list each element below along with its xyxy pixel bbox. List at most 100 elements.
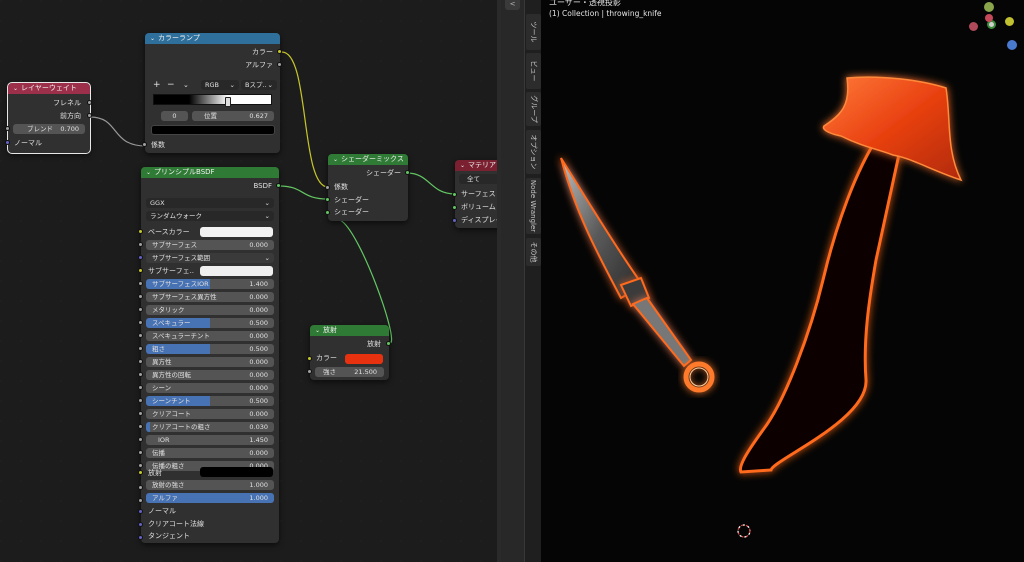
specular-tint-field[interactable]: スペキュラーチント 0.000 <box>146 331 274 341</box>
transmission-field[interactable]: 伝播 0.000 <box>146 448 274 458</box>
sidebar-toggle-button[interactable]: < <box>505 0 520 10</box>
collapse-icon[interactable]: ⌄ <box>150 35 155 42</box>
collapse-icon[interactable]: ⌄ <box>13 85 18 92</box>
collapse-icon[interactable]: ⌄ <box>146 169 151 176</box>
gizmo-y-axis-icon[interactable] <box>984 2 994 12</box>
socket-subsurface-radius[interactable] <box>138 255 143 260</box>
socket-emission[interactable] <box>138 470 143 475</box>
socket-bsdf-out[interactable] <box>276 183 281 188</box>
emission-strength-field[interactable]: 放射の強さ 1.000 <box>146 480 274 490</box>
emission-node[interactable]: ⌄ 放射 放射 カラー 強さ 21.500 <box>307 325 391 380</box>
socket-strength[interactable] <box>307 369 312 374</box>
subsurface-color-swatch[interactable] <box>200 266 273 276</box>
3d-cursor-icon[interactable] <box>737 524 751 538</box>
layer-weight-node[interactable]: ⌄ レイヤーウェイト フレネル 前方向 ブレンド 0.700 ノーマル <box>5 82 92 154</box>
collapse-icon[interactable]: ⌄ <box>315 327 320 334</box>
color-ramp-node[interactable]: ⌄ カラーランプ カラー アルファ + − ⌄ RGB ⌄ Bスプ.. ⌄ 0 位置 … <box>142 33 282 153</box>
socket-normal[interactable] <box>138 509 143 514</box>
blend-field[interactable]: ブレンド 0.700 <box>13 124 85 134</box>
tab-options[interactable]: オプション <box>526 130 541 174</box>
socket-metallic[interactable] <box>138 307 143 312</box>
socket-transmission[interactable] <box>138 450 143 455</box>
strength-field[interactable]: 強さ 21.500 <box>315 367 384 377</box>
socket-color[interactable] <box>307 356 312 361</box>
socket-shader-2[interactable] <box>325 210 330 215</box>
material-output-node[interactable]: ⌄マテリア 全て サーフェス ボリューム ディスプレイ <box>452 160 497 228</box>
tab-misc[interactable]: その他 <box>526 238 541 266</box>
socket-fac[interactable] <box>325 185 330 190</box>
stop-color-swatch[interactable] <box>151 125 275 135</box>
socket-clearcoat-normal[interactable] <box>138 522 143 527</box>
socket-emission-out[interactable] <box>386 341 391 346</box>
socket-ior[interactable] <box>138 437 143 442</box>
clearcoat-roughness-field[interactable]: クリアコートの粗さ 0.030 <box>146 422 274 432</box>
principled-bsdf-node[interactable]: ⌄ プリンシプルBSDF BSDF GGX ⌄ ランダムウォーク ⌄ ベースカラー サ… <box>138 167 281 543</box>
socket-aniso-rotation[interactable] <box>138 372 143 377</box>
ior-field[interactable]: IOR 1.450 <box>146 435 274 445</box>
socket-clearcoat-roughness[interactable] <box>138 424 143 429</box>
aniso-rotation-field[interactable]: 異方性の回転 0.000 <box>146 370 274 380</box>
sheen-field[interactable]: シーン 0.000 <box>146 383 274 393</box>
alpha-field[interactable]: アルファ 1.000 <box>146 493 274 503</box>
gizmo-z-axis-icon[interactable] <box>1005 17 1014 26</box>
socket-alpha[interactable] <box>277 62 282 67</box>
socket-fresnel[interactable] <box>87 100 92 105</box>
color-ramp-header[interactable]: ⌄ カラーランプ <box>145 33 280 44</box>
tab-tool[interactable]: ツール <box>526 14 541 50</box>
collapse-icon[interactable]: ⌄ <box>333 156 338 163</box>
subsurface-method-dropdown[interactable]: ランダムウォーク ⌄ <box>146 211 274 221</box>
interpolation-dropdown[interactable]: Bスプ.. ⌄ <box>241 80 277 90</box>
subsurface-field[interactable]: サブサーフェス 0.000 <box>146 240 274 250</box>
socket-volume[interactable] <box>452 205 457 210</box>
socket-subsurface[interactable] <box>138 242 143 247</box>
clearcoat-field[interactable]: クリアコート 0.000 <box>146 409 274 419</box>
socket-sheen-tint[interactable] <box>138 398 143 403</box>
3d-viewport[interactable]: ユーザー・透視投影 (1) Collection | throwing_knif… <box>541 0 1024 562</box>
ramp-stop-handle[interactable] <box>225 97 231 107</box>
socket-facing[interactable] <box>87 113 92 118</box>
socket-anisotropic[interactable] <box>138 359 143 364</box>
ramp-gradient[interactable] <box>153 94 272 105</box>
emission-header[interactable]: ⌄ 放射 <box>310 325 389 336</box>
subsurface-radius-field[interactable]: サブサーフェス範囲 ⌄ <box>146 253 274 263</box>
metallic-field[interactable]: メタリック 0.000 <box>146 305 274 315</box>
socket-transmission-roughness[interactable] <box>138 463 143 468</box>
layer-weight-header[interactable]: ⌄ レイヤーウェイト <box>8 83 90 94</box>
subsurface-aniso-field[interactable]: サブサーフェス異方性 0.000 <box>146 292 274 302</box>
tab-group[interactable]: グループ <box>526 92 541 126</box>
n-panel-collapsed[interactable] <box>501 0 524 562</box>
tab-node-wrangler[interactable]: Node Wrangler <box>526 178 541 234</box>
emission-color-swatch[interactable] <box>345 354 383 364</box>
socket-emission-strength[interactable] <box>138 485 143 490</box>
socket-specular-tint[interactable] <box>138 333 143 338</box>
distribution-dropdown[interactable]: GGX ⌄ <box>146 198 274 208</box>
socket-roughness[interactable] <box>138 346 143 351</box>
mix-shader-header[interactable]: ⌄ シェーダーミックス <box>328 154 408 165</box>
gizmo-neg-x-icon[interactable] <box>969 22 978 31</box>
socket-normal[interactable] <box>5 140 10 145</box>
kunai-model[interactable] <box>560 157 715 393</box>
gizmo-x-axis-icon[interactable] <box>985 14 993 22</box>
socket-subsurface-aniso[interactable] <box>138 294 143 299</box>
stop-index-field[interactable]: 0 <box>161 111 188 121</box>
socket-blend[interactable] <box>5 126 10 131</box>
socket-clearcoat[interactable] <box>138 411 143 416</box>
socket-fac[interactable] <box>142 142 147 147</box>
color-mode-dropdown[interactable]: RGB ⌄ <box>201 80 239 90</box>
socket-displacement[interactable] <box>452 218 457 223</box>
socket-color[interactable] <box>277 49 282 54</box>
socket-shader-out[interactable] <box>405 170 410 175</box>
collapse-icon[interactable]: ⌄ <box>460 162 465 169</box>
socket-shader-1[interactable] <box>325 197 330 202</box>
socket-sheen[interactable] <box>138 385 143 390</box>
roughness-field[interactable]: 粗さ 0.500 <box>146 344 274 354</box>
socket-alpha[interactable] <box>138 498 143 503</box>
material-output-header[interactable]: ⌄ マテリア <box>455 160 497 171</box>
sheen-tint-field[interactable]: シーンチント 0.500 <box>146 396 274 406</box>
add-stop-button[interactable]: + <box>153 80 161 90</box>
specular-field[interactable]: スペキュラー 0.500 <box>146 318 274 328</box>
socket-subsurface-color[interactable] <box>138 268 143 273</box>
ramp-menu-button[interactable]: ⌄ <box>183 80 189 90</box>
tab-view[interactable]: ビュー <box>526 53 541 89</box>
anisotropic-field[interactable]: 異方性 0.000 <box>146 357 274 367</box>
